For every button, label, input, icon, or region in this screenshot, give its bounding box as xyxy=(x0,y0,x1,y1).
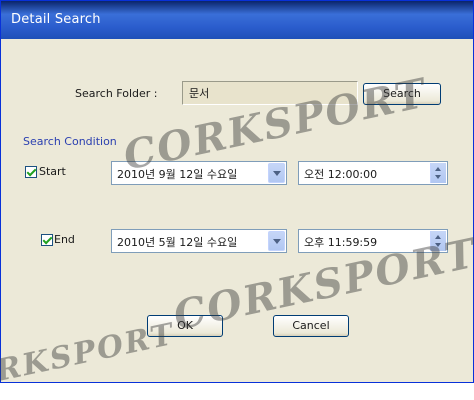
chevron-down-icon[interactable] xyxy=(268,163,285,183)
start-label: Start xyxy=(39,165,66,178)
end-time-picker[interactable]: 오후 11:59:59 xyxy=(298,229,448,253)
end-date-picker[interactable]: 2010년 5월 12일 수요일 xyxy=(111,229,287,253)
end-label: End xyxy=(54,233,75,246)
end-time-value: 오후 11:59:59 xyxy=(304,236,378,249)
start-date-picker[interactable]: 2010년 9월 12일 수요일 xyxy=(111,161,287,185)
start-time-value: 오전 12:00:00 xyxy=(304,168,378,181)
search-button[interactable]: Search xyxy=(363,83,441,105)
cancel-button[interactable]: Cancel xyxy=(273,315,349,337)
start-checkbox[interactable] xyxy=(25,166,37,178)
chevron-down-icon[interactable] xyxy=(268,231,285,251)
detail-search-dialog: Detail Search Search Folder : 문서 Search … xyxy=(0,0,474,400)
end-date-value: 2010년 5월 12일 수요일 xyxy=(117,236,238,249)
ok-button[interactable]: OK xyxy=(147,315,223,337)
spin-arrows-icon[interactable] xyxy=(430,163,446,183)
end-checkbox[interactable] xyxy=(41,234,53,246)
search-folder-label: Search Folder : xyxy=(75,87,158,100)
title-bar[interactable]: Detail Search xyxy=(1,1,473,39)
spin-arrows-icon[interactable] xyxy=(430,231,446,251)
start-date-value: 2010년 9월 12일 수요일 xyxy=(117,168,238,181)
search-folder-value: 문서 xyxy=(189,87,210,100)
search-condition-label: Search Condition xyxy=(23,135,117,148)
search-folder-field[interactable]: 문서 xyxy=(182,81,358,105)
start-time-picker[interactable]: 오전 12:00:00 xyxy=(298,161,448,185)
window-title: Detail Search xyxy=(11,12,101,27)
